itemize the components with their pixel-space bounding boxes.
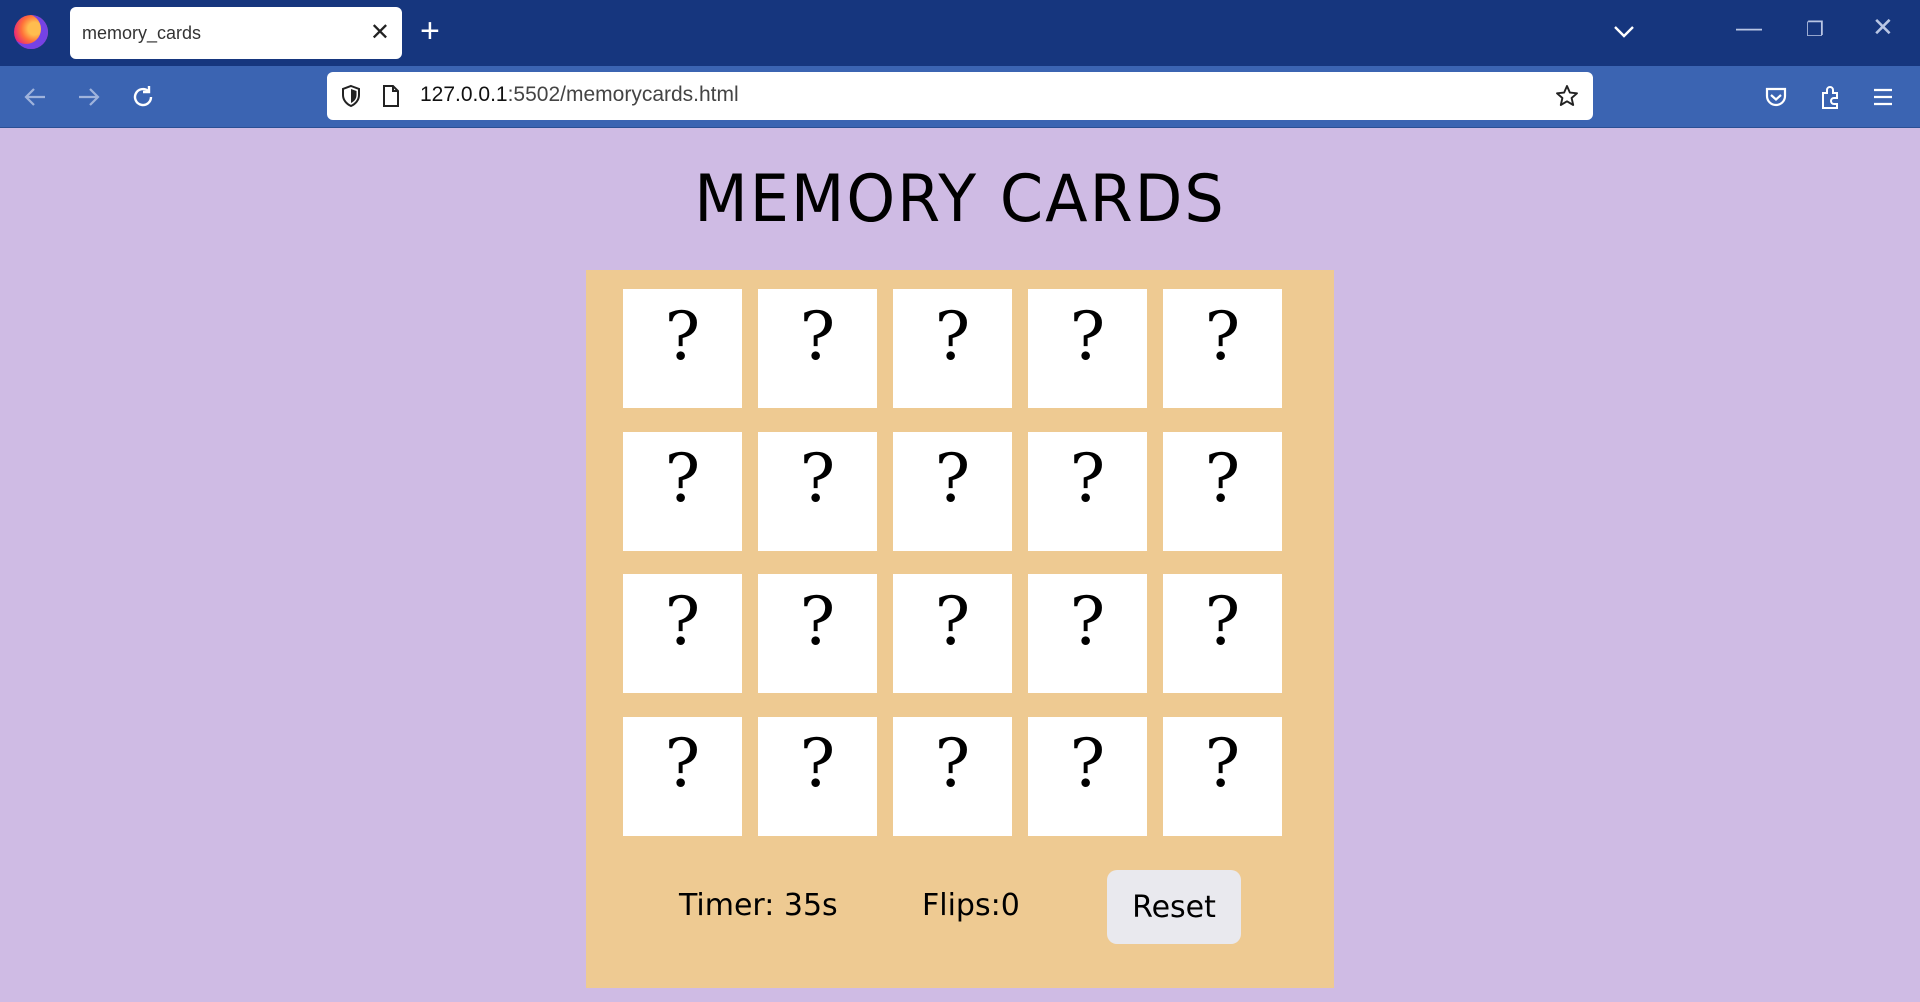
browser-toolbar: 127.0.0.1:5502/memorycards.html (0, 66, 1920, 128)
url-host: 127.0.0.1 (420, 83, 508, 106)
memory-card[interactable]: ? (758, 574, 877, 693)
close-window-button[interactable]: ✕ (1872, 14, 1894, 40)
card-face-text: ? (934, 297, 971, 375)
reload-button[interactable] (126, 80, 160, 114)
memory-card[interactable]: ? (623, 431, 742, 551)
card-face-text: ? (1069, 725, 1106, 802)
card-face-text: ? (1069, 297, 1106, 375)
memory-card[interactable]: ? (758, 431, 877, 551)
memory-card[interactable]: ? (758, 289, 877, 408)
card-face-text: ? (664, 725, 701, 802)
memory-card[interactable]: ? (1163, 574, 1282, 693)
card-face-text: ? (664, 440, 701, 517)
card-face-text: ? (1204, 440, 1241, 517)
card-face-text: ? (1204, 582, 1241, 660)
card-face-text: ? (664, 297, 701, 375)
game-board: Timer: 35s Flips:0 Reset ???????????????… (586, 270, 1334, 988)
browser-tab[interactable]: memory_cards ✕ (70, 7, 402, 59)
card-face-text: ? (1069, 582, 1106, 660)
card-face-text: ? (1069, 440, 1106, 517)
url-path: :5502/memorycards.html (507, 83, 739, 106)
forward-icon (79, 88, 100, 106)
page-icon[interactable] (379, 84, 403, 108)
back-button[interactable] (18, 80, 52, 114)
memory-card[interactable]: ? (623, 289, 742, 408)
card-face-text: ? (799, 440, 836, 517)
extensions-icon (1822, 86, 1838, 109)
page-title: MEMORY CARDS (694, 160, 1226, 237)
forward-button[interactable] (72, 80, 106, 114)
reset-button[interactable]: Reset (1107, 870, 1241, 944)
back-icon (24, 88, 45, 106)
card-face-text: ? (934, 440, 971, 517)
memory-card[interactable]: ? (623, 574, 742, 693)
memory-card[interactable]: ? (893, 431, 1012, 551)
restore-button[interactable]: ❐ (1806, 20, 1824, 40)
star-icon[interactable] (1555, 84, 1579, 108)
memory-card[interactable]: ? (1163, 716, 1282, 836)
address-bar[interactable]: 127.0.0.1:5502/memorycards.html (327, 72, 1593, 120)
shield-icon[interactable] (339, 84, 363, 108)
tab-close-icon[interactable]: ✕ (370, 21, 390, 45)
timer-display: Timer: 35s (679, 888, 838, 923)
memory-card[interactable]: ? (893, 716, 1012, 836)
pocket-icon (1765, 87, 1787, 107)
card-face-text: ? (799, 297, 836, 375)
url-text[interactable]: 127.0.0.1:5502/memorycards.html (420, 83, 739, 107)
card-face-text: ? (934, 582, 971, 660)
card-face-text: ? (799, 582, 836, 660)
card-face-text: ? (799, 725, 836, 802)
memory-card[interactable]: ? (1028, 431, 1147, 551)
menu-icon (1874, 88, 1892, 106)
card-face-text: ? (664, 582, 701, 660)
memory-card[interactable]: ? (893, 289, 1012, 408)
new-tab-button[interactable]: + (420, 14, 440, 48)
memory-card[interactable]: ? (1163, 431, 1282, 551)
minimize-button[interactable]: — (1736, 14, 1762, 40)
memory-card[interactable]: ? (893, 574, 1012, 693)
firefox-icon (14, 15, 48, 49)
extensions-button[interactable] (1813, 80, 1847, 114)
card-face-text: ? (1204, 297, 1241, 375)
app-menu-button[interactable] (1866, 80, 1900, 114)
memory-card[interactable]: ? (758, 716, 877, 836)
memory-card[interactable]: ? (1028, 716, 1147, 836)
card-face-text: ? (1204, 725, 1241, 802)
reload-icon (133, 86, 153, 107)
memory-card[interactable]: ? (1028, 289, 1147, 408)
pocket-button[interactable] (1759, 80, 1793, 114)
card-face-text: ? (934, 725, 971, 802)
memory-card[interactable]: ? (1163, 289, 1282, 408)
flips-counter: Flips:0 (922, 888, 1020, 923)
memory-card[interactable]: ? (1028, 574, 1147, 693)
tab-title: memory_cards (82, 22, 202, 43)
memory-card[interactable]: ? (623, 716, 742, 836)
browser-tab-strip: memory_cards ✕ + — ❐ ✕ (0, 0, 1920, 66)
chevron-down-icon[interactable] (1610, 18, 1638, 46)
